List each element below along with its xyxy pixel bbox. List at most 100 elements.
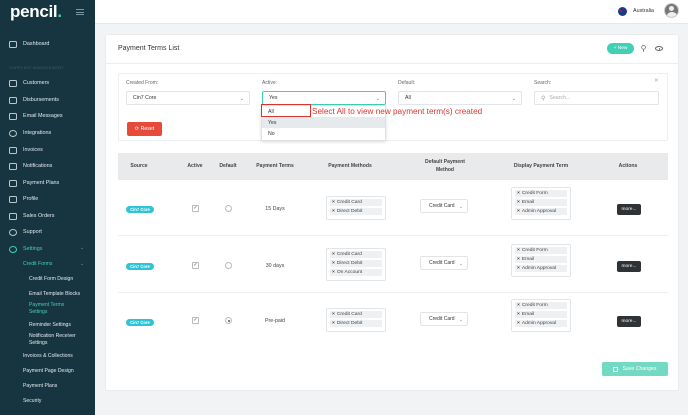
active-checkbox[interactable]: ✓ [192, 205, 199, 212]
eye-icon[interactable] [655, 46, 663, 51]
sidebar-item-email-template-blocks[interactable]: Email Template Blocks [29, 291, 80, 299]
reset-button[interactable]: ⟳ Reset [127, 122, 162, 136]
source-badge: Cin7 Core [126, 263, 154, 270]
sidebar-item-credit-form-design[interactable]: Credit Form Design [29, 276, 73, 284]
display-terms-field[interactable]: × Credit Form × Email × Admin Approval [511, 187, 571, 220]
chevron-down-icon[interactable]: ⌄ [80, 261, 84, 267]
created-from-value: Cin7 Core [133, 95, 157, 101]
sidebar-item-profile[interactable]: Profile [9, 194, 38, 204]
filter-icon[interactable]: ⚲ [639, 44, 648, 53]
sidebar-item-invoices-collections[interactable]: Invoices & Collections [23, 353, 73, 360]
sidebar-item-notifications[interactable]: Notifications [9, 161, 52, 171]
default-method-select[interactable]: Credit Card ⌄ [420, 312, 468, 326]
chevron-down-icon: ⌄ [459, 261, 463, 266]
chevron-down-icon: ⌄ [375, 96, 380, 102]
active-value: Yes [269, 95, 278, 101]
sidebar-item-payment-terms-settings[interactable]: Settings [29, 309, 47, 317]
save-changes-button[interactable]: Save Changes [602, 362, 668, 376]
default-radio[interactable] [225, 205, 232, 212]
chevron-down-icon: ⌄ [459, 317, 463, 322]
save-changes-label: Save Changes [622, 366, 657, 372]
country-selector[interactable]: Australia [633, 8, 654, 14]
remove-tag-icon: × [332, 312, 335, 317]
new-button[interactable]: + New [607, 43, 634, 54]
sidebar-item-notification-receiver-settings[interactable]: Settings [29, 340, 47, 348]
default-method-select[interactable]: Credit Card ⌄ [420, 199, 468, 213]
sidebar-item-settings[interactable]: Settings [9, 244, 42, 254]
col-actions: Actions [618, 163, 638, 169]
close-icon[interactable]: ✕ [654, 78, 659, 84]
avatar[interactable] [664, 3, 679, 18]
payment-methods-field[interactable]: × Credit Card × Direct Debit [326, 308, 386, 332]
menu-toggle-icon[interactable] [76, 9, 84, 15]
sidebar-item-invoices[interactable]: Invoices [9, 145, 43, 155]
pencil-logo[interactable]: pencil. [10, 2, 62, 22]
method-tag[interactable]: × Direct Debit [330, 320, 382, 327]
table-header: Source Active Default Payment Terms Paym… [118, 153, 668, 180]
sidebar-item-payment-page-design[interactable]: Payment Page Design [23, 368, 74, 375]
method-tag[interactable]: × Direct Debit [330, 208, 382, 215]
display-terms-field[interactable]: × Credit Form × Email × Admin Approval [511, 299, 571, 332]
sidebar-item-payment-plans[interactable]: Payment Plans [9, 178, 59, 188]
sales-orders-icon [9, 212, 17, 220]
dropdown-option-yes[interactable]: Yes [262, 117, 385, 128]
created-from-select[interactable]: Cin7 Core ⌄ [126, 91, 250, 105]
display-tag[interactable]: × Admin Approval [515, 208, 567, 215]
search-label: Search: [534, 80, 552, 86]
method-tag[interactable]: × Credit Card [330, 251, 382, 258]
default-radio[interactable] [225, 317, 232, 324]
sidebar-item-credit-forms[interactable]: Credit Forms [23, 261, 52, 268]
sidebar-item-disbursements[interactable]: Disbursements [9, 95, 59, 105]
integrations-icon [9, 129, 17, 137]
sidebar-item-customers[interactable]: Customers [9, 78, 49, 88]
display-tag[interactable]: × Credit Form [515, 247, 567, 254]
default-select[interactable]: All ⌄ [398, 91, 522, 105]
dropdown-option-no[interactable]: No [262, 128, 385, 139]
sidebar-item-payment-plans-settings[interactable]: Payment Plans [23, 383, 57, 390]
more-button[interactable]: more... [617, 204, 641, 215]
sidebar-item-sales-orders[interactable]: Sales Orders [9, 211, 54, 221]
sidebar-item-security[interactable]: Security [23, 398, 41, 405]
display-tag[interactable]: × Email [515, 256, 567, 263]
more-button[interactable]: more... [617, 261, 641, 272]
sidebar-item-dashboard[interactable]: Dashboard [9, 39, 49, 49]
method-tag[interactable]: × Credit Card [330, 199, 382, 206]
display-tag[interactable]: × Admin Approval [515, 320, 567, 327]
sidebar-item-integrations[interactable]: Integrations [9, 128, 51, 138]
table-row: Cin7 Core ✓ 15 Days × Credit Card × Direct… [118, 180, 668, 236]
method-tag[interactable]: × On Account [330, 269, 382, 276]
more-button[interactable]: more... [617, 316, 641, 327]
payment-methods-field[interactable]: × Credit Card × Direct Debit [326, 196, 386, 220]
sidebar-item-reminder-settings[interactable]: Reminder Settings [29, 322, 71, 330]
table-row: Cin7 Core ✓ 30 days × Credit Card × Direct… [118, 237, 668, 293]
profile-icon [9, 195, 17, 203]
method-tag[interactable]: × Credit Card [330, 311, 382, 318]
active-checkbox[interactable]: ✓ [192, 317, 199, 324]
default-value: All [405, 95, 411, 101]
display-tag[interactable]: × Email [515, 199, 567, 206]
sidebar-section-label: SUPPLIER MANAGEMENT [9, 65, 65, 70]
display-terms-field[interactable]: × Credit Form × Email × Admin Approval [511, 244, 571, 277]
page-title: Payment Terms List [118, 45, 180, 52]
sidebar-item-support[interactable]: Support [9, 227, 42, 237]
default-radio[interactable] [225, 262, 232, 269]
search-input[interactable]: ⚲ Search... [534, 91, 659, 105]
display-tag[interactable]: × Email [515, 311, 567, 318]
default-method-select[interactable]: Credit Card ⌄ [420, 256, 468, 270]
default-method-value: Credit Card [429, 260, 455, 266]
default-method-value: Credit Card [429, 316, 455, 322]
chevron-down-icon[interactable]: ⌄ [80, 245, 84, 251]
active-checkbox[interactable]: ✓ [192, 262, 199, 269]
sidebar-item-label: Integrations [23, 130, 52, 136]
display-tag[interactable]: × Credit Form [515, 302, 567, 309]
australia-flag-icon [618, 7, 627, 16]
payment-methods-field[interactable]: × Credit Card × Direct Debit × On Account [326, 248, 386, 281]
dashboard-icon [9, 40, 17, 48]
active-select[interactable]: Yes ⌄ [262, 91, 386, 105]
display-tag[interactable]: × Credit Form [515, 190, 567, 197]
sidebar-item-email-messages[interactable]: Email Messages [9, 111, 63, 121]
method-tag[interactable]: × Direct Debit [330, 260, 382, 267]
annotation-text: Select All to view new payment term(s) c… [312, 107, 483, 116]
display-tag[interactable]: × Admin Approval [515, 265, 567, 272]
support-icon [9, 228, 17, 236]
